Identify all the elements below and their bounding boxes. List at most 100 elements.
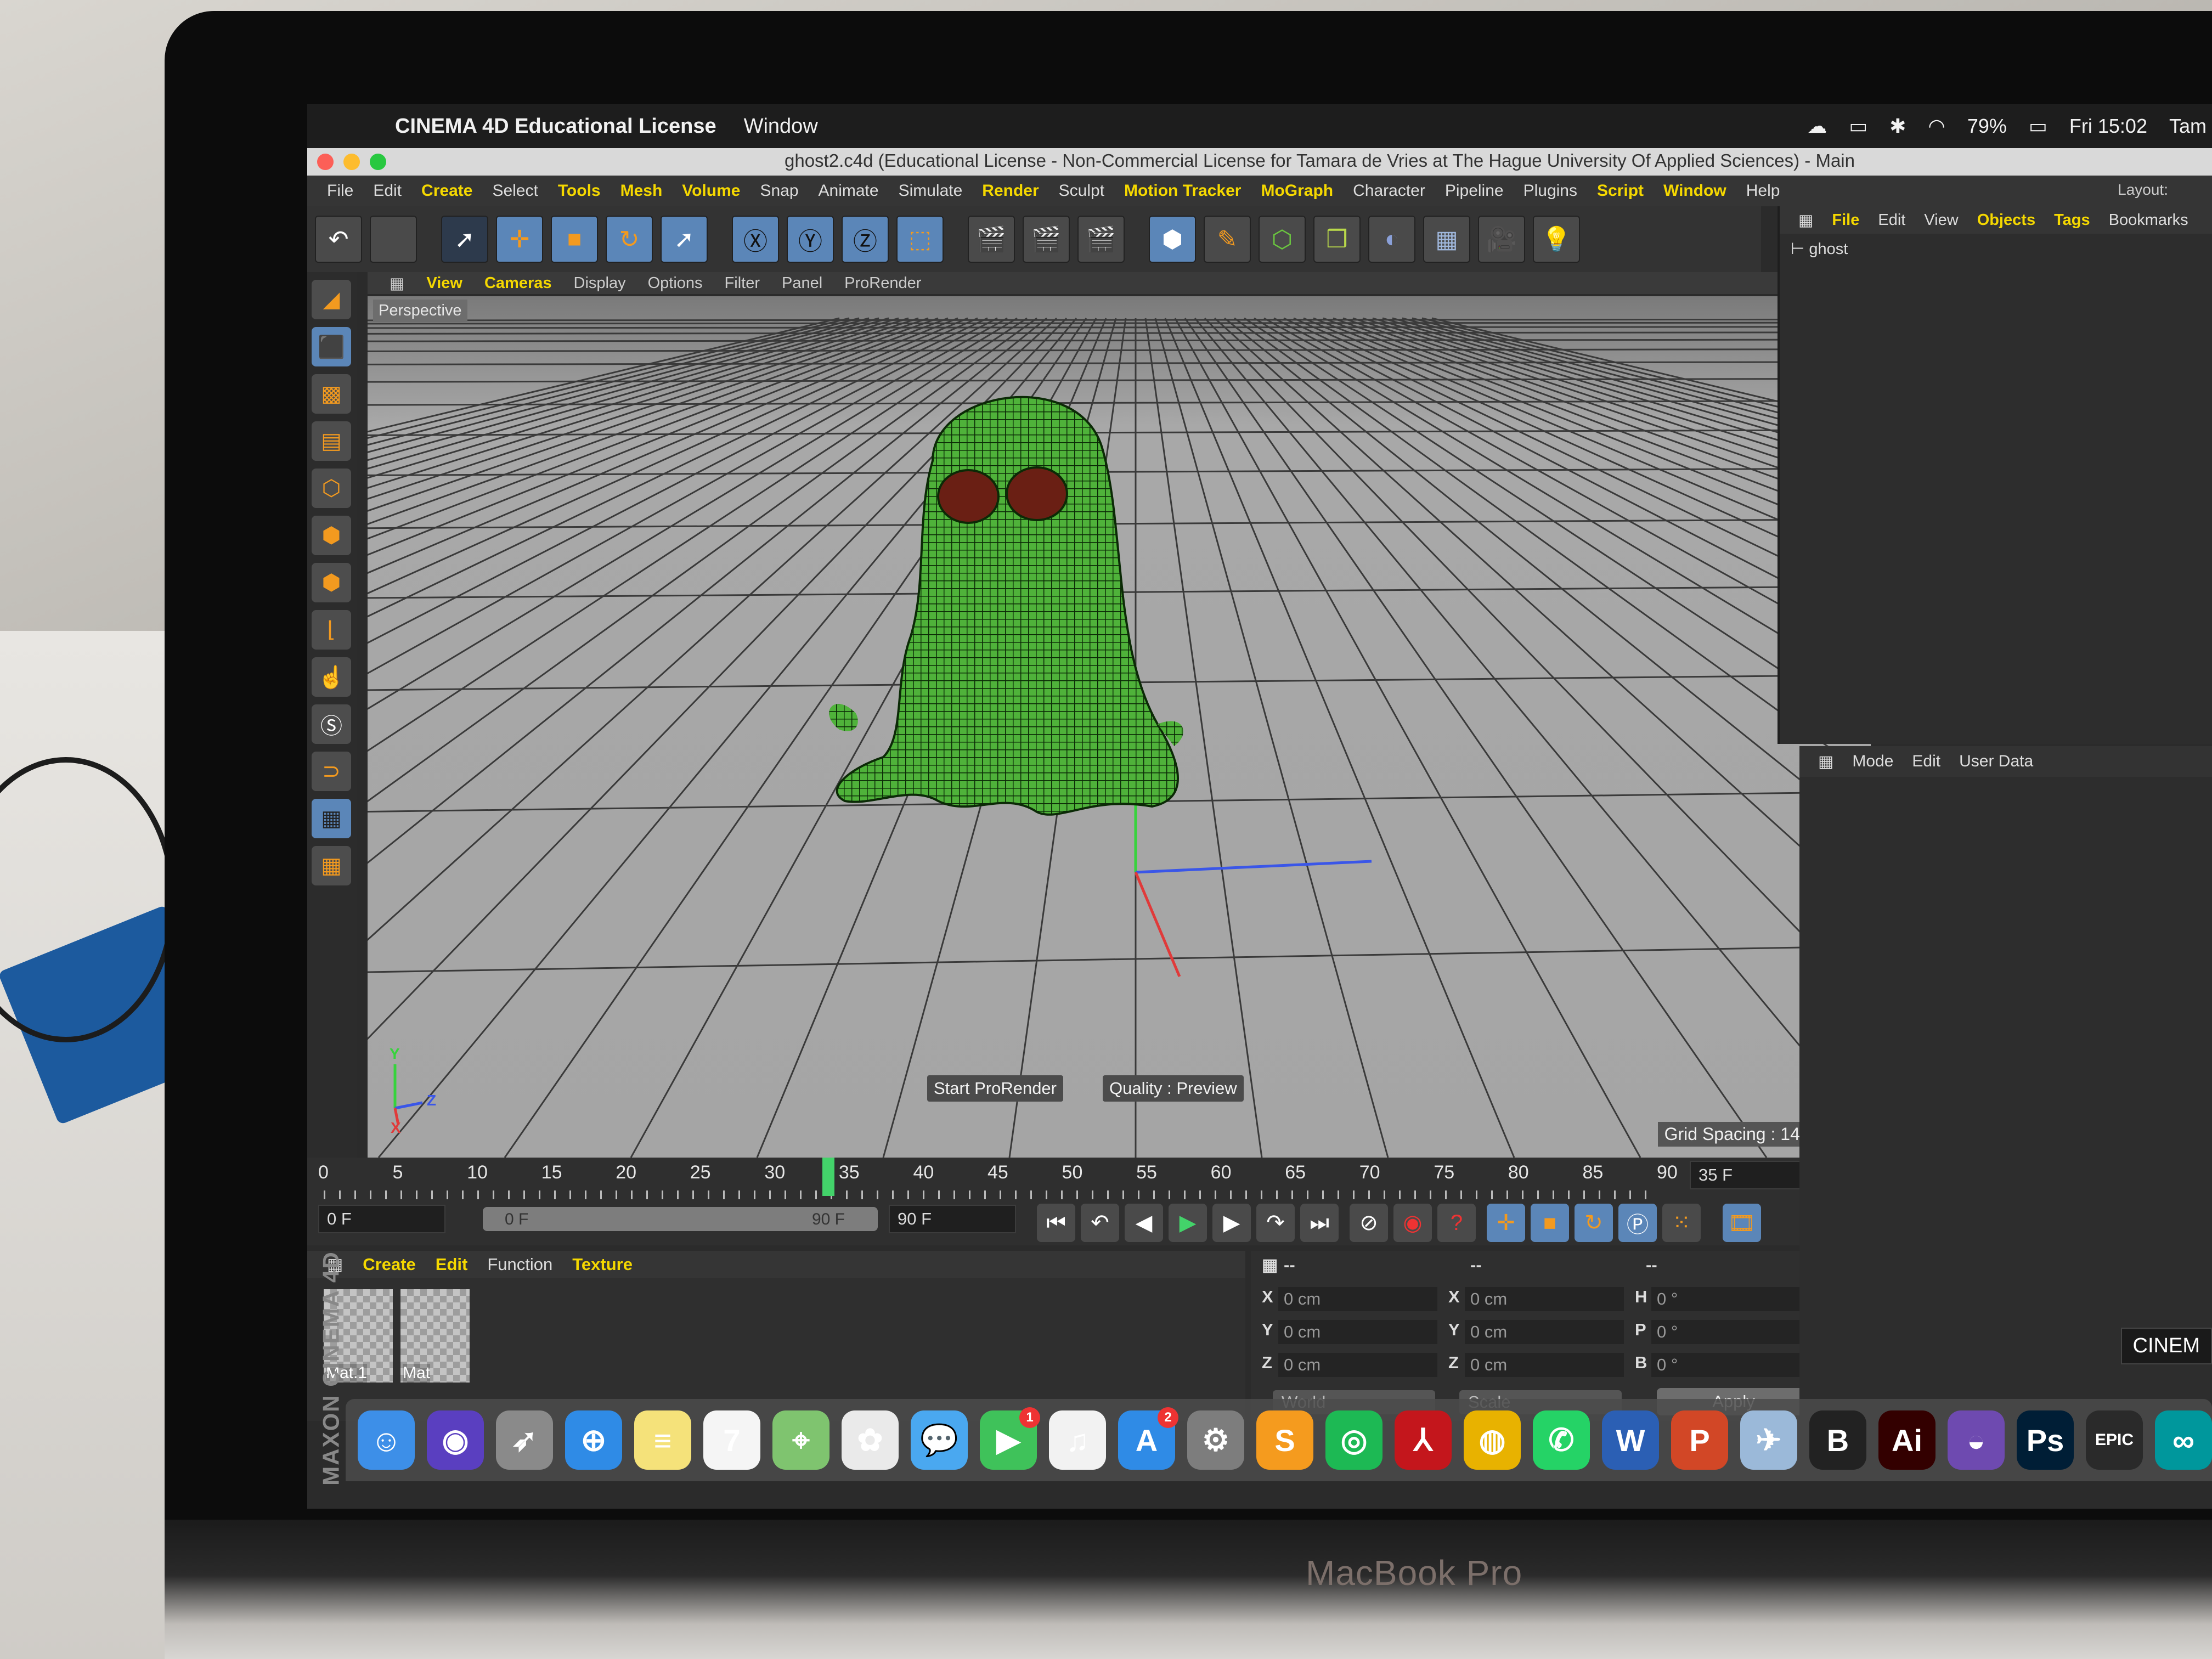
- current-frame-field[interactable]: 35 F: [1690, 1161, 1806, 1189]
- photoshop-icon[interactable]: Ps: [2017, 1410, 2074, 1470]
- calendar-icon[interactable]: 7: [703, 1410, 760, 1470]
- viewport-menu-panel[interactable]: Panel: [782, 274, 822, 292]
- illustrator-icon[interactable]: Ai: [1878, 1410, 1936, 1470]
- rotate-icon[interactable]: ↻: [606, 216, 653, 263]
- menu-animate[interactable]: Animate: [819, 182, 879, 200]
- position-field[interactable]: 0 cm: [1278, 1320, 1437, 1344]
- minimize-window-icon[interactable]: [343, 154, 360, 170]
- object-name[interactable]: ghost: [1809, 240, 1848, 258]
- whatsapp-icon[interactable]: ✆: [1533, 1410, 1590, 1470]
- axis-mode-icon[interactable]: ⌊: [312, 610, 351, 650]
- timeline-window-icon[interactable]: 🎞: [1723, 1204, 1761, 1242]
- key-scale-icon[interactable]: ■: [1531, 1204, 1569, 1242]
- notes-icon[interactable]: ≡: [634, 1410, 691, 1470]
- clock[interactable]: Fri 15:02: [2069, 115, 2147, 138]
- edges-mode-icon[interactable]: ⬢: [312, 516, 351, 555]
- deformer-icon[interactable]: ◐: [1368, 216, 1415, 263]
- maximize-window-icon[interactable]: [370, 154, 386, 170]
- bluetooth-icon[interactable]: ✱: [1889, 115, 1906, 138]
- make-editable-icon[interactable]: ◢: [312, 280, 351, 319]
- viewport-menu-options[interactable]: Options: [648, 274, 703, 292]
- locked-workplane-icon[interactable]: ▦: [312, 799, 351, 838]
- itunes-icon[interactable]: ♫: [1049, 1410, 1106, 1470]
- menu-help[interactable]: Help: [1746, 182, 1780, 200]
- epic-games-icon[interactable]: EPIC: [2086, 1410, 2143, 1470]
- texture-mode-icon[interactable]: ▩: [312, 374, 351, 414]
- menu-create[interactable]: Create: [421, 182, 472, 200]
- key-pla-icon[interactable]: ⁙: [1662, 1204, 1701, 1242]
- menu-pipeline[interactable]: Pipeline: [1445, 182, 1504, 200]
- menu-plugins[interactable]: Plugins: [1523, 182, 1577, 200]
- menu-script[interactable]: Script: [1597, 182, 1644, 200]
- camera-icon[interactable]: 🎥: [1478, 216, 1525, 263]
- menu-character[interactable]: Character: [1353, 182, 1425, 200]
- next-frame-icon[interactable]: ▶: [1212, 1204, 1251, 1242]
- size-field[interactable]: 0 cm: [1465, 1353, 1624, 1377]
- material-menu-edit[interactable]: Edit: [436, 1255, 468, 1274]
- viewport-menu-display[interactable]: Display: [574, 274, 626, 292]
- pen-icon[interactable]: ✎: [1204, 216, 1251, 263]
- playhead[interactable]: [822, 1158, 835, 1196]
- menu-render[interactable]: Render: [982, 182, 1039, 200]
- user-menu[interactable]: Tam: [2169, 115, 2207, 138]
- battery-percent[interactable]: 79%: [1967, 115, 2007, 138]
- menu-mograph[interactable]: MoGraph: [1261, 182, 1333, 200]
- render-settings-icon[interactable]: 🎬: [1077, 216, 1125, 263]
- object-menu-bookmarks[interactable]: Bookmarks: [2109, 211, 2188, 229]
- rotation-field[interactable]: 0 °: [1651, 1287, 1810, 1311]
- viewport-menu-cameras[interactable]: Cameras: [484, 274, 552, 292]
- undo-icon[interactable]: ↶: [315, 216, 362, 263]
- finder-icon[interactable]: ☺: [358, 1410, 415, 1470]
- redo-icon[interactable]: [370, 216, 417, 263]
- subdivision-icon[interactable]: ⬡: [1259, 216, 1306, 263]
- material-menu-create[interactable]: Create: [363, 1255, 416, 1274]
- attr-menu-edit[interactable]: Edit: [1912, 752, 1940, 771]
- sublime-icon[interactable]: S: [1256, 1410, 1313, 1470]
- window-menu[interactable]: Window: [744, 115, 818, 138]
- record-position-icon[interactable]: ⊘: [1350, 1204, 1388, 1242]
- object-menu-file[interactable]: File: [1832, 211, 1859, 229]
- ghost-mesh[interactable]: [829, 396, 1183, 816]
- key-parameter-icon[interactable]: Ⓟ: [1618, 1204, 1657, 1242]
- snap-icon[interactable]: Ⓢ: [312, 704, 351, 744]
- chrome-icon[interactable]: ◍: [1464, 1410, 1521, 1470]
- app-menu[interactable]: CINEMA 4D Educational License: [395, 115, 716, 138]
- position-field[interactable]: 0 cm: [1278, 1353, 1437, 1377]
- siri-icon[interactable]: ◉: [427, 1410, 484, 1470]
- key-position-icon[interactable]: ✛: [1487, 1204, 1525, 1242]
- key-rotation-icon[interactable]: ↻: [1575, 1204, 1613, 1242]
- move-icon[interactable]: ✛: [496, 216, 543, 263]
- word-icon[interactable]: W: [1602, 1410, 1659, 1470]
- battery-icon[interactable]: ▭: [2029, 115, 2047, 138]
- menu-motion-tracker[interactable]: Motion Tracker: [1124, 182, 1241, 200]
- live-selection-icon[interactable]: ➚: [441, 216, 488, 263]
- start-prorender-button[interactable]: Start ProRender: [927, 1075, 1063, 1102]
- viewport-menu-view[interactable]: View: [426, 274, 462, 292]
- play-icon[interactable]: ▶: [1169, 1204, 1207, 1242]
- material-thumbnail[interactable]: Mat: [400, 1289, 470, 1383]
- z-axis-lock-icon[interactable]: Ⓩ: [842, 216, 889, 263]
- quality-dropdown[interactable]: Quality : Preview: [1103, 1075, 1244, 1102]
- workplane-planar-icon[interactable]: ▦: [312, 846, 351, 885]
- appstore-icon[interactable]: A2: [1118, 1407, 1178, 1470]
- launchpad-icon[interactable]: ➶: [496, 1410, 553, 1470]
- magnet-icon[interactable]: ⊃: [312, 752, 351, 791]
- y-axis-lock-icon[interactable]: Ⓨ: [787, 216, 834, 263]
- object-menu-edit[interactable]: Edit: [1878, 211, 1905, 229]
- facetime-icon[interactable]: ▶ 1: [980, 1407, 1040, 1470]
- attr-menu-user-data[interactable]: User Data: [1959, 752, 2033, 771]
- autokeying-icon[interactable]: ?: [1437, 1204, 1476, 1242]
- cloner-icon[interactable]: ❒: [1313, 216, 1361, 263]
- next-key-icon[interactable]: ↷: [1256, 1204, 1295, 1242]
- airplay-icon[interactable]: ▭: [1849, 115, 1867, 138]
- rotation-field[interactable]: 0 °: [1651, 1320, 1810, 1344]
- system-preferences-icon[interactable]: ⚙: [1187, 1410, 1244, 1470]
- end-frame-field[interactable]: 90 F: [889, 1205, 1016, 1233]
- wifi-icon[interactable]: ◠: [1928, 115, 1945, 138]
- menu-tools[interactable]: Tools: [558, 182, 601, 200]
- object-menu-tags[interactable]: Tags: [2054, 211, 2090, 229]
- maps-icon[interactable]: ⌖: [772, 1410, 830, 1470]
- floor-icon[interactable]: ▦: [1423, 216, 1470, 263]
- cube-icon[interactable]: ⬢: [1149, 216, 1196, 263]
- messages-icon[interactable]: 💬: [911, 1410, 968, 1470]
